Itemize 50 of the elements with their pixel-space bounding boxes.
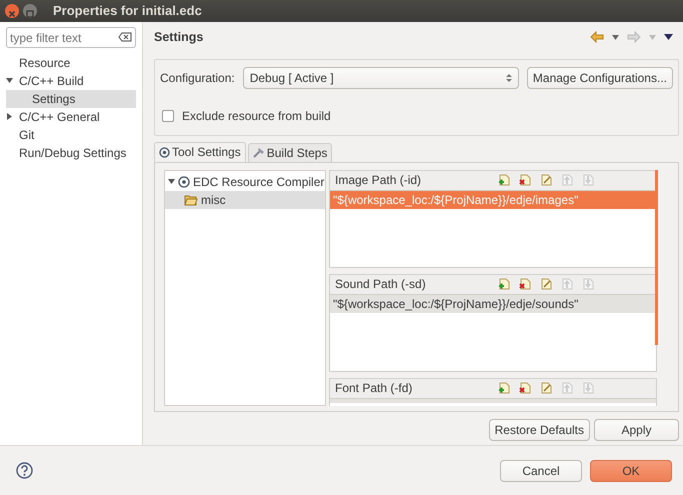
collapse-icon	[168, 178, 175, 186]
sidebar-item[interactable]: Settings	[6, 90, 136, 108]
tab[interactable]: Tool Settings	[154, 142, 246, 162]
delete-icon[interactable]	[519, 278, 531, 290]
sidebar-item[interactable]: C/C++ General	[6, 108, 136, 126]
manage-configurations-button[interactable]: Manage Configurations...	[526, 66, 673, 89]
edit-icon[interactable]	[540, 382, 552, 394]
sidebar-item[interactable]: Resource	[6, 54, 136, 72]
sidebar-item[interactable]: C/C++ Build	[6, 72, 136, 90]
apply-button[interactable]: Apply	[594, 418, 679, 441]
sidebar-item[interactable]: Git	[6, 126, 136, 144]
filter-field[interactable]: type filter text	[6, 27, 136, 48]
restore-defaults-button[interactable]: Restore Defaults	[488, 418, 590, 441]
add-icon[interactable]	[498, 382, 510, 394]
expand-icon	[6, 113, 13, 120]
dialog-button[interactable]: OK	[590, 460, 672, 482]
delete-icon[interactable]	[519, 174, 531, 186]
minimize-button[interactable]	[23, 4, 37, 18]
window-title: Properties for initial.edc	[53, 2, 202, 20]
section-title: Sound Path (-sd)	[335, 276, 426, 294]
help-icon	[16, 462, 33, 479]
clear-icon[interactable]	[118, 32, 132, 42]
menu-icon	[664, 34, 673, 40]
dialog-button[interactable]: Cancel	[500, 460, 582, 482]
scrollbar[interactable]	[655, 170, 658, 345]
spinner-icon	[506, 72, 512, 83]
dropdown-icon	[649, 34, 656, 40]
dropdown-icon	[612, 34, 619, 40]
checkbox[interactable]	[162, 110, 174, 122]
list-item[interactable]: "${workspace_loc:/${ProjName}}/edje/sounds"	[330, 294, 656, 313]
add-icon[interactable]	[498, 278, 510, 290]
folder-icon	[184, 194, 198, 206]
edit-icon[interactable]	[540, 174, 552, 186]
delete-icon[interactable]	[519, 382, 531, 394]
hammer-icon	[252, 147, 265, 158]
section-title: Image Path (-id)	[335, 172, 422, 190]
checkbox-label: Exclude resource from build	[182, 108, 331, 125]
tree-item[interactable]: EDC Resource Compiler	[165, 172, 325, 191]
tab[interactable]: Build Steps	[248, 142, 332, 162]
tree-item[interactable]: misc	[165, 190, 325, 209]
section-title: Font Path (-fd)	[335, 380, 412, 398]
close-button[interactable]	[5, 4, 19, 18]
configuration-label: Configuration:	[160, 70, 235, 87]
page-title: Settings	[154, 29, 204, 46]
configuration-dropdown[interactable]: Debug [ Active ]	[242, 66, 519, 89]
sidebar-item[interactable]: Run/Debug Settings	[6, 144, 136, 162]
add-icon[interactable]	[498, 174, 510, 186]
back-icon[interactable]	[590, 31, 604, 44]
edit-icon[interactable]	[540, 278, 552, 290]
collapse-icon	[6, 77, 13, 84]
